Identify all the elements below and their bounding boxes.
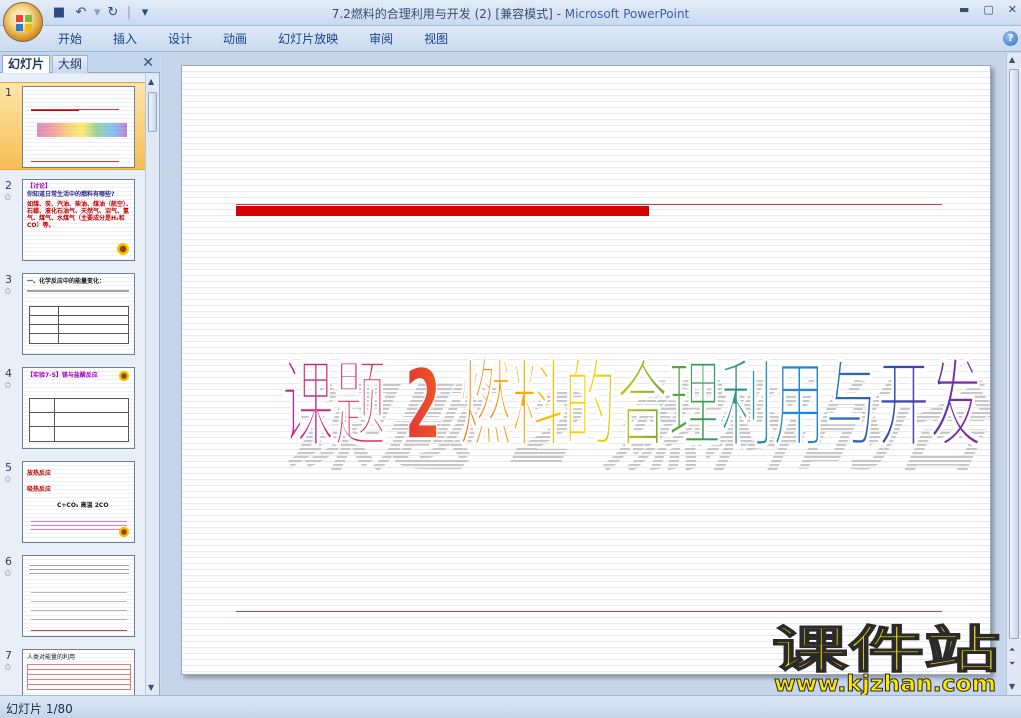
thumbnail-image: 人类对能量的利用 (22, 649, 135, 695)
tab-animations[interactable]: 动画 (223, 31, 263, 47)
thumb-line: 你知道日常生活中的燃料有哪些? (27, 191, 115, 198)
thumbnail-image: 【讨论】 你知道日常生活中的燃料有哪些? 如煤、炭、汽油、柴油、煤油（航空）、石… (22, 179, 135, 261)
tab-slideshow[interactable]: 幻灯片放映 (278, 31, 354, 47)
tab-slides[interactable]: 幻灯片 (2, 55, 51, 73)
animation-icon: ✩ (4, 193, 12, 203)
bottom-rule (236, 611, 942, 612)
scroll-down-icon[interactable]: ▼ (148, 683, 154, 692)
slide-thumbnail-6[interactable]: 6 ✩ (0, 552, 145, 640)
scroll-up-icon[interactable]: ▲ (1009, 55, 1015, 64)
office-logo-icon (16, 15, 32, 31)
watermark-url: www.kjzhan.com (774, 672, 996, 697)
animation-icon: ✩ (4, 569, 12, 579)
site-watermark: 课件站 www.kjzhan.com (771, 620, 1001, 697)
slide-number: 6 (5, 555, 12, 568)
tab-review[interactable]: 审阅 (369, 31, 409, 47)
red-accent-bar (236, 206, 649, 216)
title-bar: ■ ↶ ▾ ↻ | ▾ 7.2燃料的合理利用与开发 (2) [兼容模式] - M… (0, 0, 1021, 26)
tab-view[interactable]: 视图 (424, 31, 464, 47)
window-title: 7.2燃料的合理利用与开发 (2) [兼容模式] - Microsoft Pow… (0, 5, 1021, 22)
animation-icon: ✩ (4, 381, 12, 391)
slide-thumbnail-1[interactable]: 1 (0, 82, 145, 170)
scrollbar-thumb[interactable] (1009, 69, 1019, 639)
restore-icon[interactable]: ▢ (983, 3, 993, 16)
thumb-table (29, 306, 129, 344)
animation-icon: ✩ (4, 475, 12, 485)
thumbnail-image (22, 86, 135, 168)
watermark-title: 课件站 (772, 621, 1000, 679)
slide-scrollbar[interactable]: ▲ ⏶ ⏷ ▼ (1006, 53, 1021, 695)
document-title: 7.2燃料的合理利用与开发 (2) [兼容模式] - (331, 7, 565, 21)
scroll-up-icon[interactable]: ▲ (148, 77, 154, 86)
slide-title: 课题 2 燃料的合理利用与开发 (282, 349, 982, 461)
thumb-heading: 【实验7-5】镁与盐酸反应 (27, 372, 98, 379)
close-icon[interactable]: ✕ (1008, 3, 1017, 16)
slide-thumbnails: 1 2 ✩ 【讨论】 你知道日常生活中的燃料有哪些? 如煤、炭、汽油、柴油、煤油… (0, 74, 145, 695)
animation-icon: ✩ (4, 287, 12, 297)
slide-thumbnail-3[interactable]: 3 ✩ 一、化学反应中的能量变化： (0, 270, 145, 358)
app-name: Microsoft PowerPoint (564, 7, 690, 21)
thumb-table (29, 398, 129, 442)
window-controls: ▬ ▢ ✕ (959, 3, 1017, 16)
animation-icon: ✩ (4, 663, 12, 673)
previous-slide-icon[interactable]: ⏶ (1009, 645, 1015, 655)
help-icon[interactable]: ? (1003, 31, 1018, 46)
tab-design[interactable]: 设计 (168, 31, 208, 47)
thumb-line: C+CO₂ 高温 2CO (57, 502, 109, 509)
tab-insert[interactable]: 插入 (113, 31, 153, 47)
slide-thumbnail-2[interactable]: 2 ✩ 【讨论】 你知道日常生活中的燃料有哪些? 如煤、炭、汽油、柴油、煤油（航… (0, 176, 145, 264)
slide-title-wordart[interactable]: 课题 2 燃料的合理利用与开发 课题 2 燃料的合理利用与开发 (272, 306, 991, 476)
slide-editor: 课题 2 燃料的合理利用与开发 课题 2 燃料的合理利用与开发 (161, 53, 1006, 695)
slide-number: 3 (5, 273, 12, 286)
sunflower-icon (118, 526, 130, 538)
top-rule (236, 204, 942, 205)
thumbnail-image: 放热反应 吸热反应 C+CO₂ 高温 2CO (22, 461, 135, 543)
thumbnail-image: 【实验7-5】镁与盐酸反应 (22, 367, 135, 449)
slide-number: 5 (5, 461, 12, 474)
slide-counter: 幻灯片 1/80 (6, 702, 73, 716)
slides-pane: 幻灯片 大纲 ✕ 1 2 ✩ 【讨论】 你知道日常生活中的燃料有哪些? 如煤、炭… (0, 53, 160, 695)
ribbon-tabs: 开始 插入 设计 动画 幻灯片放映 审阅 视图 (58, 31, 479, 47)
tab-home[interactable]: 开始 (58, 31, 98, 47)
slide-number: 1 (5, 86, 12, 99)
tab-outline[interactable]: 大纲 (52, 55, 89, 73)
scrollbar-thumb[interactable] (148, 92, 157, 132)
sunflower-icon (116, 242, 130, 256)
slide-thumbnail-4[interactable]: 4 ✩ 【实验7-5】镁与盐酸反应 (0, 364, 145, 452)
thumbnails-scrollbar[interactable]: ▲ ▼ (145, 74, 159, 695)
slide-canvas[interactable]: 课题 2 燃料的合理利用与开发 课题 2 燃料的合理利用与开发 (181, 65, 991, 675)
thumbnail-image (22, 555, 135, 637)
thumb-line: 放热反应 (27, 470, 52, 477)
thumb-body: 如煤、炭、汽油、柴油、煤油（航空）、石蜡、液化石油气、天然气、沼气、氢气、煤气、… (27, 201, 133, 229)
ribbon: 开始 插入 设计 动画 幻灯片放映 审阅 视图 ? (0, 26, 1021, 52)
thumbnail-image: 一、化学反应中的能量变化： (22, 273, 135, 355)
slide-number: 7 (5, 649, 12, 662)
slide-thumbnail-5[interactable]: 5 ✩ 放热反应 吸热反应 C+CO₂ 高温 2CO (0, 458, 145, 546)
thumb-heading: 人类对能量的利用 (27, 654, 76, 661)
slide-number: 4 (5, 367, 12, 380)
sunflower-icon (118, 370, 130, 382)
minimize-icon[interactable]: ▬ (959, 3, 969, 16)
close-pane-icon[interactable]: ✕ (142, 55, 154, 71)
scroll-down-icon[interactable]: ▼ (1009, 682, 1015, 691)
office-button[interactable] (3, 2, 43, 42)
thumb-heading: 【讨论】 (27, 183, 52, 190)
pane-tabs: 幻灯片 大纲 ✕ (0, 53, 160, 73)
slide-number: 2 (5, 179, 12, 192)
status-bar: 幻灯片 1/80 (0, 695, 1021, 718)
slide-thumbnail-7[interactable]: 7 ✩ 人类对能量的利用 (0, 646, 145, 695)
thumb-heading: 一、化学反应中的能量变化： (27, 278, 106, 285)
thumb-line: 吸热反应 (27, 486, 52, 493)
next-slide-icon[interactable]: ⏷ (1009, 659, 1015, 669)
